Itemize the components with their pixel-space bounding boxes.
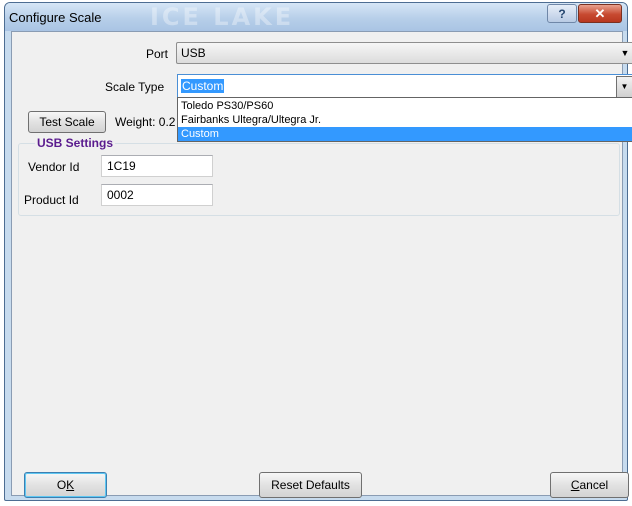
vendor-id-value: 1C19 (107, 159, 136, 173)
dropdown-option-custom[interactable]: Custom (178, 127, 632, 141)
scale-type-value: Custom (181, 79, 225, 93)
scale-type-select[interactable]: Custom ▼ (177, 74, 632, 98)
port-value: USB (181, 46, 206, 60)
weight-readout: Weight: 0.2 (115, 115, 176, 129)
product-id-label: Product Id (24, 193, 79, 207)
ok-label-prefix: O (56, 478, 67, 492)
vendor-id-label: Vendor Id (28, 160, 80, 174)
ok-button[interactable]: OK (24, 472, 107, 498)
title-watermark: ICE LAKE (150, 3, 295, 31)
help-button[interactable]: ? (547, 4, 577, 23)
test-scale-button[interactable]: Test Scale (28, 111, 106, 133)
reset-defaults-button[interactable]: Reset Defaults (259, 472, 362, 498)
usb-settings-legend: USB Settings (35, 136, 116, 150)
cancel-label-rest: ancel (579, 478, 609, 492)
dropdown-option-toledo[interactable]: Toledo PS30/PS60 (178, 99, 632, 113)
product-id-field[interactable]: 0002 (101, 184, 213, 206)
ok-label-accel: K (66, 478, 75, 492)
vendor-id-field[interactable]: 1C19 (101, 155, 213, 177)
scale-type-dropdown-list[interactable]: Toledo PS30/PS60 Fairbanks Ultegra/Ulteg… (177, 97, 632, 142)
dropdown-option-fairbanks[interactable]: Fairbanks Ultegra/Ultegra Jr. (178, 113, 632, 127)
chevron-down-icon[interactable]: ▼ (616, 76, 632, 98)
chevron-down-icon[interactable]: ▼ (617, 43, 632, 63)
window-title: Configure Scale (9, 10, 102, 25)
close-button[interactable]: ✕ (578, 4, 622, 23)
scale-type-label: Scale Type (105, 80, 165, 94)
port-select[interactable]: USB ▼ (176, 42, 632, 64)
port-label: Port (146, 47, 169, 61)
cancel-button[interactable]: Cancel (550, 472, 629, 498)
product-id-value: 0002 (107, 188, 134, 202)
